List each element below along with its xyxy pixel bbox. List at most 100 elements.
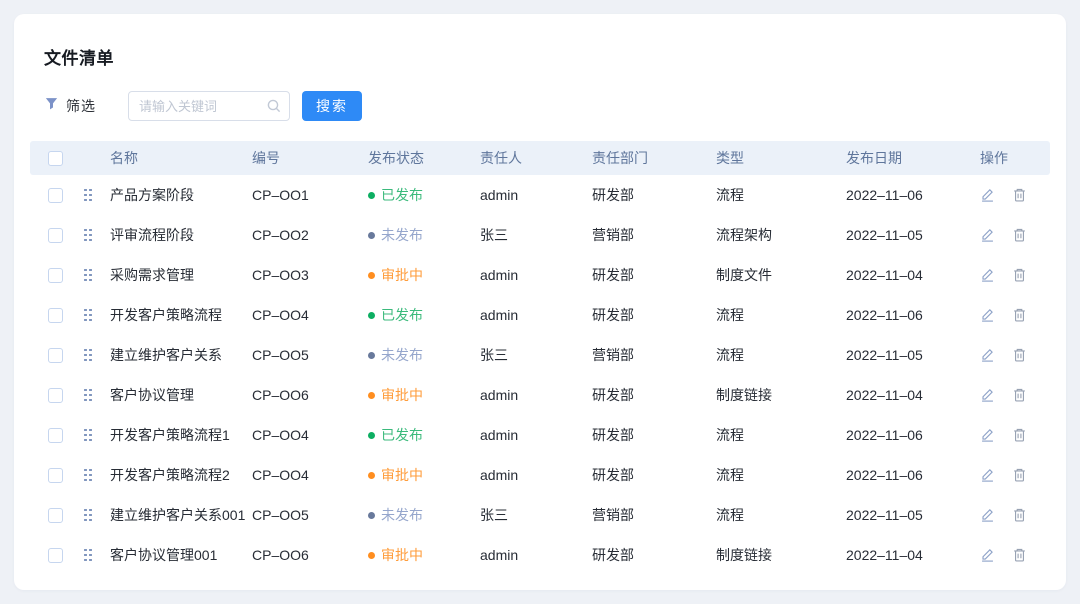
status-dot	[368, 232, 375, 239]
col-header-department: 责任部门	[588, 148, 712, 168]
drag-handle-icon[interactable]	[84, 269, 92, 282]
cell-code: CP–OO4	[248, 427, 364, 443]
row-checkbox[interactable]	[48, 548, 63, 563]
row-checkbox[interactable]	[48, 228, 63, 243]
cell-code: CP–OO4	[248, 307, 364, 323]
status-badge: 审批中	[368, 465, 423, 485]
drag-handle-icon[interactable]	[84, 509, 92, 522]
delete-button[interactable]	[1012, 307, 1027, 323]
cell-code: CP–OO1	[248, 187, 364, 203]
edit-button[interactable]	[980, 467, 995, 483]
drag-handle-icon[interactable]	[84, 229, 92, 242]
cell-owner: 张三	[476, 505, 588, 525]
edit-button[interactable]	[980, 267, 995, 283]
edit-button[interactable]	[980, 187, 995, 203]
col-header-code: 编号	[248, 148, 364, 168]
cell-name: 建立维护客户关系	[106, 345, 248, 365]
cell-type: 流程	[712, 505, 842, 525]
status-label: 未发布	[381, 225, 423, 245]
cell-department: 研发部	[588, 465, 712, 485]
cell-name: 产品方案阶段	[106, 185, 248, 205]
search-field	[128, 91, 290, 121]
edit-button[interactable]	[980, 387, 995, 403]
cell-department: 营销部	[588, 345, 712, 365]
edit-button[interactable]	[980, 507, 995, 523]
cell-date: 2022–11–05	[842, 507, 972, 523]
cell-department: 研发部	[588, 265, 712, 285]
delete-button[interactable]	[1012, 547, 1027, 563]
cell-date: 2022–11–06	[842, 427, 972, 443]
cell-type: 流程	[712, 345, 842, 365]
cell-type: 流程架构	[712, 225, 842, 245]
drag-handle-icon[interactable]	[84, 429, 92, 442]
status-dot	[368, 552, 375, 559]
cell-date: 2022–11–04	[842, 547, 972, 563]
row-checkbox[interactable]	[48, 508, 63, 523]
cell-type: 流程	[712, 305, 842, 325]
drag-handle-icon[interactable]	[84, 549, 92, 562]
drag-handle-icon[interactable]	[84, 469, 92, 482]
table-row: 建立维护客户关系 CP–OO5 未发布 张三 营销部 流程 2022–11–05	[30, 335, 1050, 375]
status-label: 审批中	[381, 465, 423, 485]
drag-handle-icon[interactable]	[84, 189, 92, 202]
delete-button[interactable]	[1012, 507, 1027, 523]
status-dot	[368, 512, 375, 519]
cell-name: 客户协议管理001	[106, 545, 248, 565]
cell-name: 客户协议管理	[106, 385, 248, 405]
status-badge: 未发布	[368, 225, 423, 245]
table-row: 客户协议管理 CP–OO6 审批中 admin 研发部 制度链接 2022–11…	[30, 375, 1050, 415]
row-checkbox[interactable]	[48, 388, 63, 403]
delete-button[interactable]	[1012, 427, 1027, 443]
row-checkbox[interactable]	[48, 268, 63, 283]
cell-name: 采购需求管理	[106, 265, 248, 285]
table-row: 开发客户策略流程2 CP–OO4 审批中 admin 研发部 流程 2022–1…	[30, 455, 1050, 495]
cell-department: 营销部	[588, 505, 712, 525]
edit-button[interactable]	[980, 347, 995, 363]
delete-button[interactable]	[1012, 267, 1027, 283]
delete-button[interactable]	[1012, 187, 1027, 203]
file-list-card: 文件清单 筛选 搜索 名称 编号 发布状态 责任人 责任部门	[14, 14, 1066, 590]
cell-owner: 张三	[476, 345, 588, 365]
row-checkbox[interactable]	[48, 468, 63, 483]
edit-button[interactable]	[980, 227, 995, 243]
delete-button[interactable]	[1012, 227, 1027, 243]
drag-handle-icon[interactable]	[84, 389, 92, 402]
select-all-checkbox[interactable]	[48, 151, 63, 166]
status-badge: 审批中	[368, 545, 423, 565]
row-checkbox[interactable]	[48, 308, 63, 323]
cell-name: 评审流程阶段	[106, 225, 248, 245]
status-label: 审批中	[381, 545, 423, 565]
edit-button[interactable]	[980, 427, 995, 443]
drag-handle-icon[interactable]	[84, 349, 92, 362]
drag-handle-icon[interactable]	[84, 309, 92, 322]
cell-name: 建立维护客户关系001	[106, 505, 248, 525]
row-checkbox[interactable]	[48, 428, 63, 443]
cell-owner: admin	[476, 547, 588, 563]
col-header-status: 发布状态	[364, 148, 476, 168]
cell-owner: 张三	[476, 225, 588, 245]
delete-button[interactable]	[1012, 387, 1027, 403]
row-checkbox[interactable]	[48, 348, 63, 363]
status-badge: 未发布	[368, 505, 423, 525]
status-dot	[368, 472, 375, 479]
cell-code: CP–OO5	[248, 347, 364, 363]
cell-department: 研发部	[588, 425, 712, 445]
status-label: 已发布	[381, 305, 423, 325]
delete-button[interactable]	[1012, 467, 1027, 483]
status-dot	[368, 272, 375, 279]
edit-button[interactable]	[980, 547, 995, 563]
cell-name: 开发客户策略流程1	[106, 425, 248, 445]
delete-button[interactable]	[1012, 347, 1027, 363]
row-checkbox[interactable]	[48, 188, 63, 203]
status-dot	[368, 312, 375, 319]
search-button[interactable]: 搜索	[302, 91, 362, 121]
table-row: 采购需求管理 CP–OO3 审批中 admin 研发部 制度文件 2022–11…	[30, 255, 1050, 295]
cell-type: 流程	[712, 185, 842, 205]
cell-department: 营销部	[588, 225, 712, 245]
funnel-icon	[44, 96, 59, 116]
cell-owner: admin	[476, 307, 588, 323]
edit-button[interactable]	[980, 307, 995, 323]
filter-button[interactable]: 筛选	[44, 96, 96, 116]
cell-code: CP–OO4	[248, 467, 364, 483]
cell-department: 研发部	[588, 385, 712, 405]
